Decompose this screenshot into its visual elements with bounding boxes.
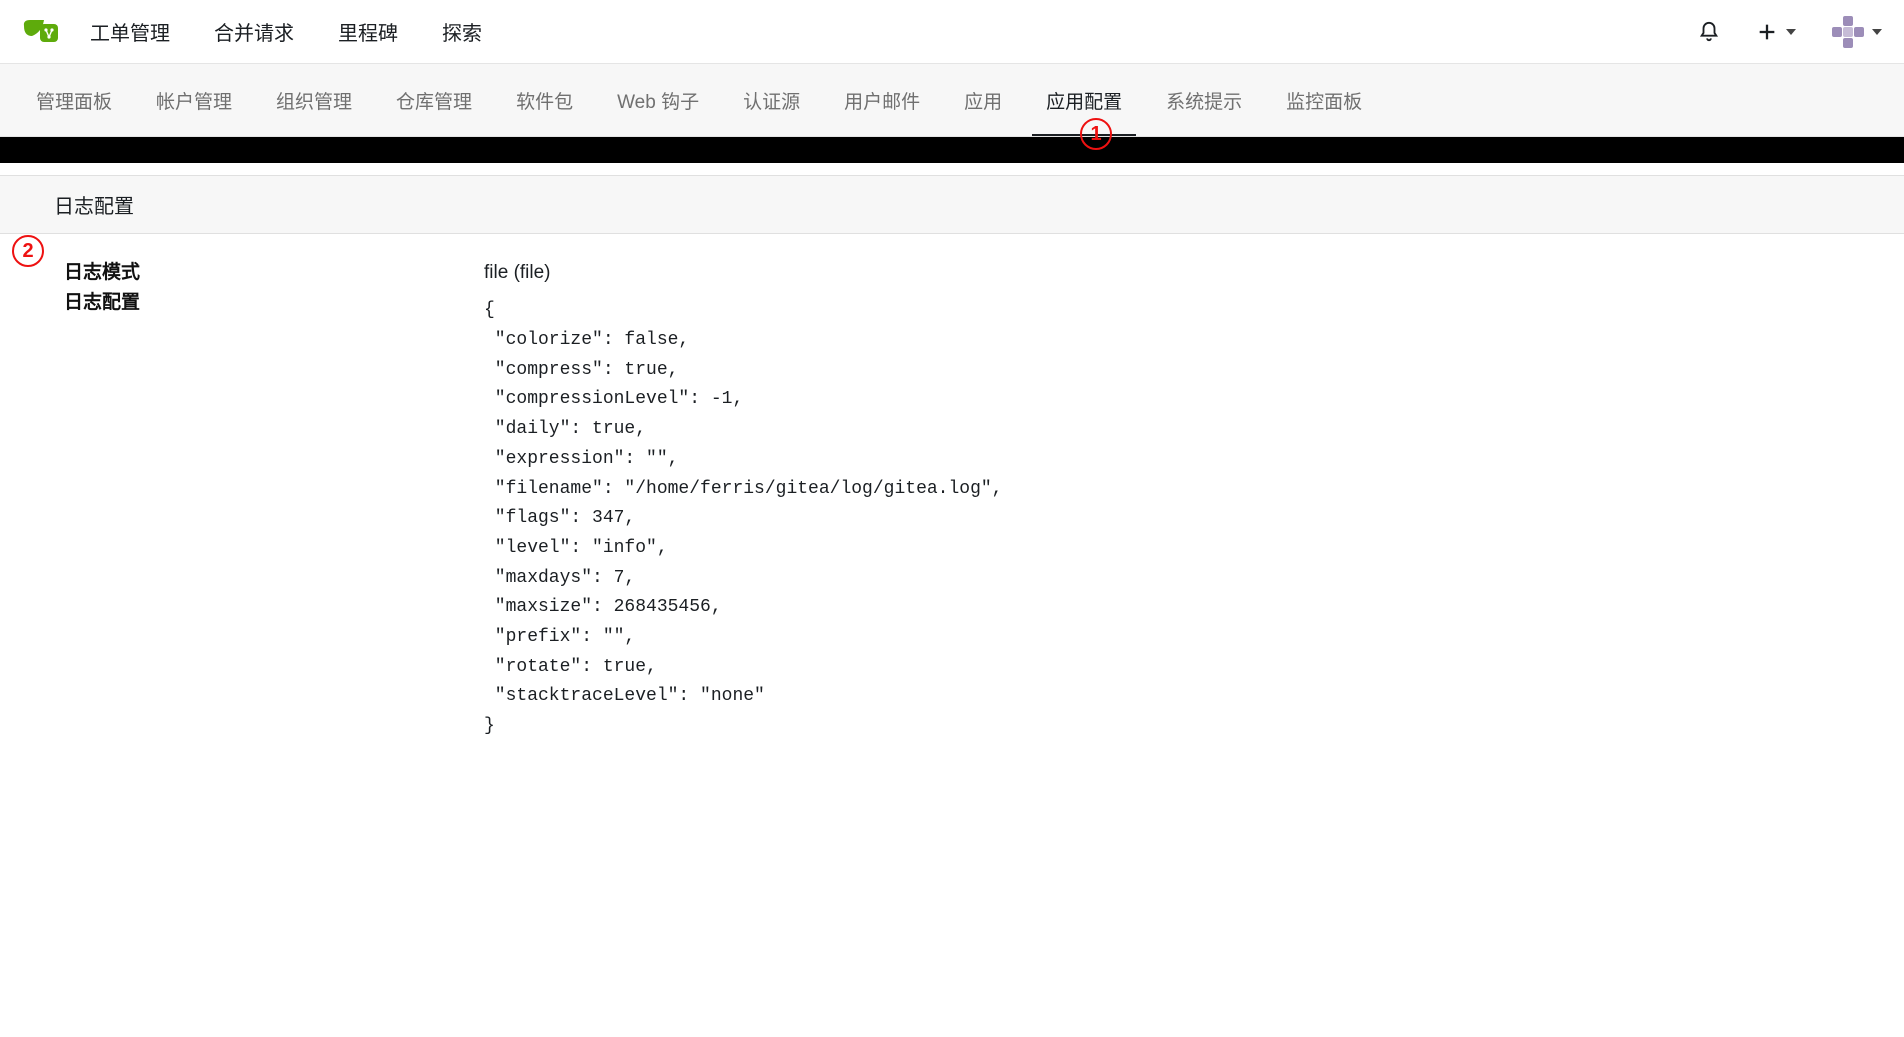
admin-tab[interactable]: 帐户管理	[134, 64, 254, 136]
create-menu[interactable]	[1756, 21, 1796, 43]
topnav-item[interactable]: 工单管理	[90, 23, 170, 45]
notifications-icon[interactable]	[1698, 21, 1720, 43]
labels-column: 日志模式 日志配置	[64, 258, 484, 742]
log-config-label: 日志配置	[64, 288, 484, 318]
top-nav: 工单管理 合并请求 里程碑 探索	[0, 0, 1904, 64]
avatar	[1832, 16, 1864, 48]
admin-tab[interactable]: 系统提示	[1144, 64, 1264, 136]
section-content: 日志模式 日志配置 file (file) { "colorize": fals…	[0, 234, 1904, 782]
topnav-item[interactable]: 合并请求	[214, 23, 294, 45]
top-right	[1698, 16, 1882, 48]
admin-tab[interactable]: 软件包	[494, 64, 595, 136]
admin-tab[interactable]: 管理面板	[14, 64, 134, 136]
log-mode-label: 日志模式	[64, 258, 484, 288]
values-column: file (file) { "colorize": false, "compre…	[484, 258, 1874, 742]
divider-bar	[0, 137, 1904, 163]
annotation-marker: 2	[12, 235, 44, 267]
admin-tab[interactable]: 用户邮件	[822, 64, 942, 136]
admin-tab[interactable]: 监控面板	[1264, 64, 1384, 136]
log-mode-value: file (file)	[484, 258, 1874, 288]
gitea-logo-icon[interactable]	[22, 16, 62, 48]
admin-tab[interactable]: 仓库管理	[374, 64, 494, 136]
annotation-marker: 1	[1080, 118, 1112, 150]
page-root: 1 2 工单管理 合并请求 里程碑 探索	[0, 0, 1904, 782]
admin-tabs: 管理面板帐户管理组织管理仓库管理软件包Web 钩子认证源用户邮件应用应用配置系统…	[0, 64, 1904, 136]
section-header: 日志配置	[0, 175, 1904, 234]
log-config-json: { "colorize": false, "compress": true, "…	[484, 296, 1874, 741]
admin-tab[interactable]: 认证源	[721, 64, 822, 136]
admin-tab[interactable]: Web 钩子	[595, 64, 721, 136]
topnav-item[interactable]: 探索	[442, 23, 482, 45]
topnav-item[interactable]: 里程碑	[338, 23, 398, 45]
chevron-down-icon	[1786, 29, 1796, 35]
chevron-down-icon	[1872, 29, 1882, 35]
user-menu[interactable]	[1832, 16, 1882, 48]
admin-tabs-wrap: 管理面板帐户管理组织管理仓库管理软件包Web 钩子认证源用户邮件应用应用配置系统…	[0, 64, 1904, 137]
admin-tab[interactable]: 应用	[942, 64, 1024, 136]
section-title: 日志配置	[54, 196, 134, 218]
admin-tab[interactable]: 组织管理	[254, 64, 374, 136]
